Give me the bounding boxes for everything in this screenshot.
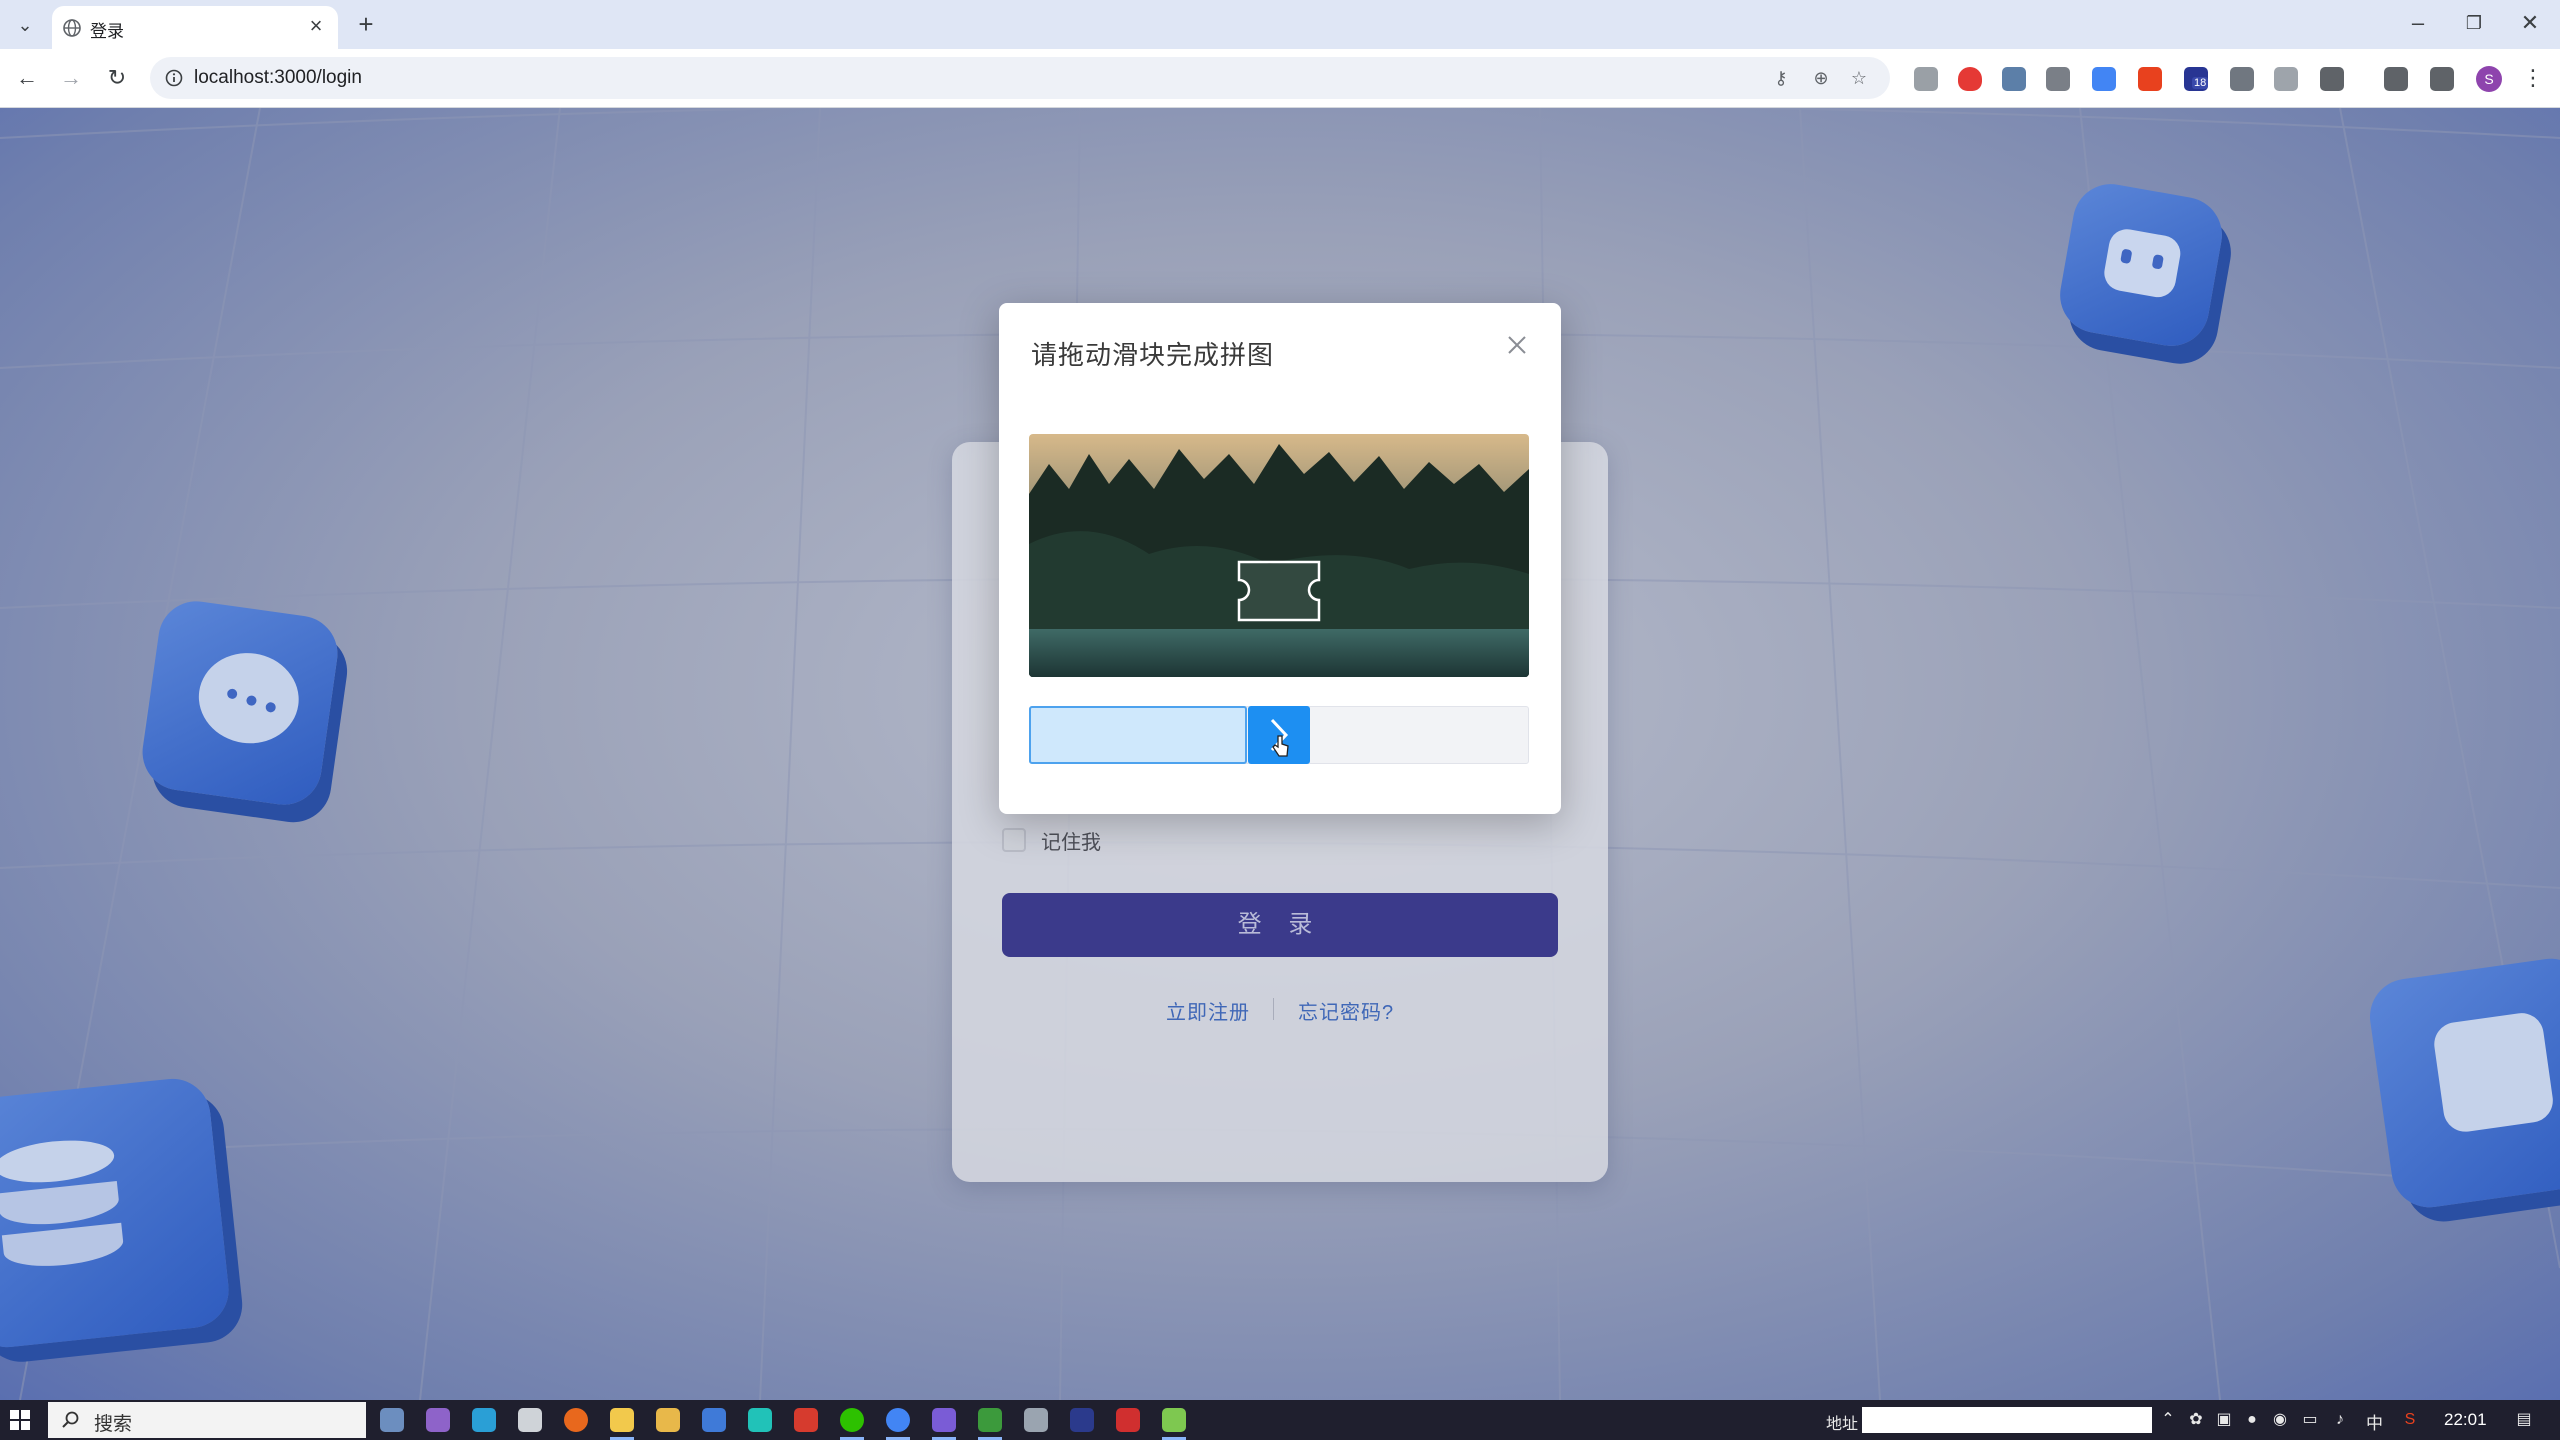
firefox-icon[interactable] <box>564 1408 588 1432</box>
windows-start-icon[interactable] <box>10 1410 30 1430</box>
wechat-icon[interactable] <box>840 1408 864 1432</box>
close-icon[interactable] <box>1503 331 1531 359</box>
bookmark-star-icon[interactable]: ☆ <box>1848 67 1870 89</box>
volume-icon[interactable]: ♪ <box>2330 1410 2350 1430</box>
screenshot-extension-icon[interactable] <box>1914 67 1938 91</box>
forward-icon[interactable]: → <box>56 63 86 93</box>
taskbar-app-13[interactable] <box>932 1408 956 1432</box>
taskbar-app-18[interactable] <box>1162 1408 1186 1432</box>
shield-extension-icon[interactable] <box>1958 67 1982 91</box>
taskbar-app-1[interactable] <box>380 1408 404 1432</box>
address-toolbar-input[interactable] <box>1862 1407 2152 1433</box>
tab-close-icon[interactable]: × <box>304 14 328 38</box>
back-icon[interactable]: ← <box>12 63 42 93</box>
taskbar-app-2[interactable] <box>426 1408 450 1432</box>
tab-strip: ⌄ 登录 × + – ❐ ✕ <box>0 0 2560 49</box>
url-text: localhost:3000/login <box>194 67 362 88</box>
profile-avatar[interactable]: S <box>2476 66 2502 92</box>
remember-label: 记住我 <box>1041 832 1101 854</box>
taskbar-app-16[interactable] <box>1070 1408 1094 1432</box>
captcha-title: 请拖动滑块完成拼图 <box>1031 340 1275 370</box>
address-toolbar-label: 地址 <box>1826 1416 1859 1433</box>
downloads-icon[interactable] <box>2384 67 2408 91</box>
reload-icon[interactable]: ↻ <box>102 63 132 93</box>
puzzle-image <box>1029 434 1529 677</box>
restore-icon[interactable]: ❐ <box>2454 8 2494 38</box>
windows-taskbar: 搜索 地址 ⌃ ✿ ▣ ● ◉ ▭ ♪ 中 S 22:01 ▤ <box>0 1400 2560 1440</box>
extension-icon-8[interactable] <box>2230 67 2254 91</box>
window-close-icon[interactable]: ✕ <box>2510 8 2550 38</box>
puzzle-deco-icon <box>2365 953 2560 1213</box>
chrome-icon[interactable] <box>886 1408 910 1432</box>
file-explorer-icon[interactable] <box>610 1408 634 1432</box>
taskbar-app-3[interactable] <box>472 1408 496 1432</box>
extension-icon-7[interactable]: 18 <box>2184 67 2209 91</box>
minimize-icon[interactable]: – <box>2398 8 2438 38</box>
taskbar-app-14[interactable] <box>978 1408 1002 1432</box>
remember-checkbox[interactable] <box>1002 828 1026 852</box>
translate-extension-icon[interactable] <box>2092 67 2116 91</box>
robot-deco-icon <box>2054 178 2228 352</box>
hand-cursor-icon <box>1272 735 1289 757</box>
tab-title: 登录 <box>90 22 124 41</box>
tray-expand-icon[interactable]: ⌃ <box>2158 1410 2178 1430</box>
network-icon[interactable]: ▭ <box>2300 1410 2320 1430</box>
copy-extension-icon[interactable] <box>2046 67 2070 91</box>
extensions-puzzle-icon[interactable] <box>2320 67 2344 91</box>
tray-app-icon-1[interactable]: ✿ <box>2186 1410 2206 1430</box>
login-button[interactable]: 登 录 <box>1002 893 1558 957</box>
taskbar-search[interactable]: 搜索 <box>48 1402 366 1438</box>
new-tab-icon[interactable]: + <box>352 10 380 38</box>
wps-icon[interactable] <box>794 1408 818 1432</box>
extension-badge: 18 <box>2192 77 2209 89</box>
forgot-password-link[interactable]: 忘记密码? <box>1298 996 1394 1025</box>
extension-icon-3[interactable] <box>2002 67 2026 91</box>
slider-handle[interactable] <box>1248 706 1310 764</box>
captcha-dialog: 请拖动滑块完成拼图 <box>999 303 1561 814</box>
taskbar-app-7[interactable] <box>656 1408 680 1432</box>
taskbar-app-15[interactable] <box>1024 1408 1048 1432</box>
puzzle-gap <box>1237 560 1321 622</box>
taskbar-app-9[interactable] <box>748 1408 772 1432</box>
slider-progress <box>1029 706 1247 764</box>
tab-search-icon[interactable]: ⌄ <box>12 12 38 38</box>
sogou-ime-icon[interactable]: S <box>2400 1410 2420 1430</box>
database-deco-icon <box>0 1075 233 1351</box>
address-bar[interactable]: localhost:3000/login ⚷ ⊕ ☆ <box>150 57 1890 99</box>
tray-app-icon-2[interactable]: ▣ <box>2214 1410 2234 1430</box>
tray-app-icon-4[interactable]: ◉ <box>2270 1410 2290 1430</box>
password-key-icon[interactable]: ⚷ <box>1770 67 1792 89</box>
extension-icon-9[interactable] <box>2274 67 2298 91</box>
globe-icon <box>63 19 81 37</box>
chat-deco-icon <box>137 596 343 810</box>
notification-icon[interactable]: ▤ <box>2514 1410 2534 1430</box>
ime-indicator[interactable]: 中 <box>2366 1409 2383 1434</box>
register-link[interactable]: 立即注册 <box>1166 996 1250 1025</box>
zoom-icon[interactable]: ⊕ <box>1810 67 1832 89</box>
menu-kebab-icon[interactable]: ⋮ <box>2518 63 2548 93</box>
taskbar-app-4[interactable] <box>518 1408 542 1432</box>
taskbar-app-17[interactable] <box>1116 1408 1140 1432</box>
link-divider <box>1273 998 1274 1020</box>
extension-icon-6[interactable] <box>2138 67 2162 91</box>
tab-login[interactable]: 登录 × <box>52 6 338 49</box>
media-control-icon[interactable] <box>2430 67 2454 91</box>
taskbar-clock[interactable]: 22:01 <box>2444 1410 2487 1430</box>
site-info-icon[interactable] <box>164 68 184 88</box>
browser-toolbar: ← → ↻ localhost:3000/login ⚷ ⊕ ☆ 18 S ⋮ <box>0 49 2560 108</box>
tray-wechat-icon[interactable]: ● <box>2242 1410 2262 1430</box>
taskbar-app-8[interactable] <box>702 1408 726 1432</box>
search-text: 搜索 <box>94 1414 133 1435</box>
search-icon <box>62 1411 79 1428</box>
